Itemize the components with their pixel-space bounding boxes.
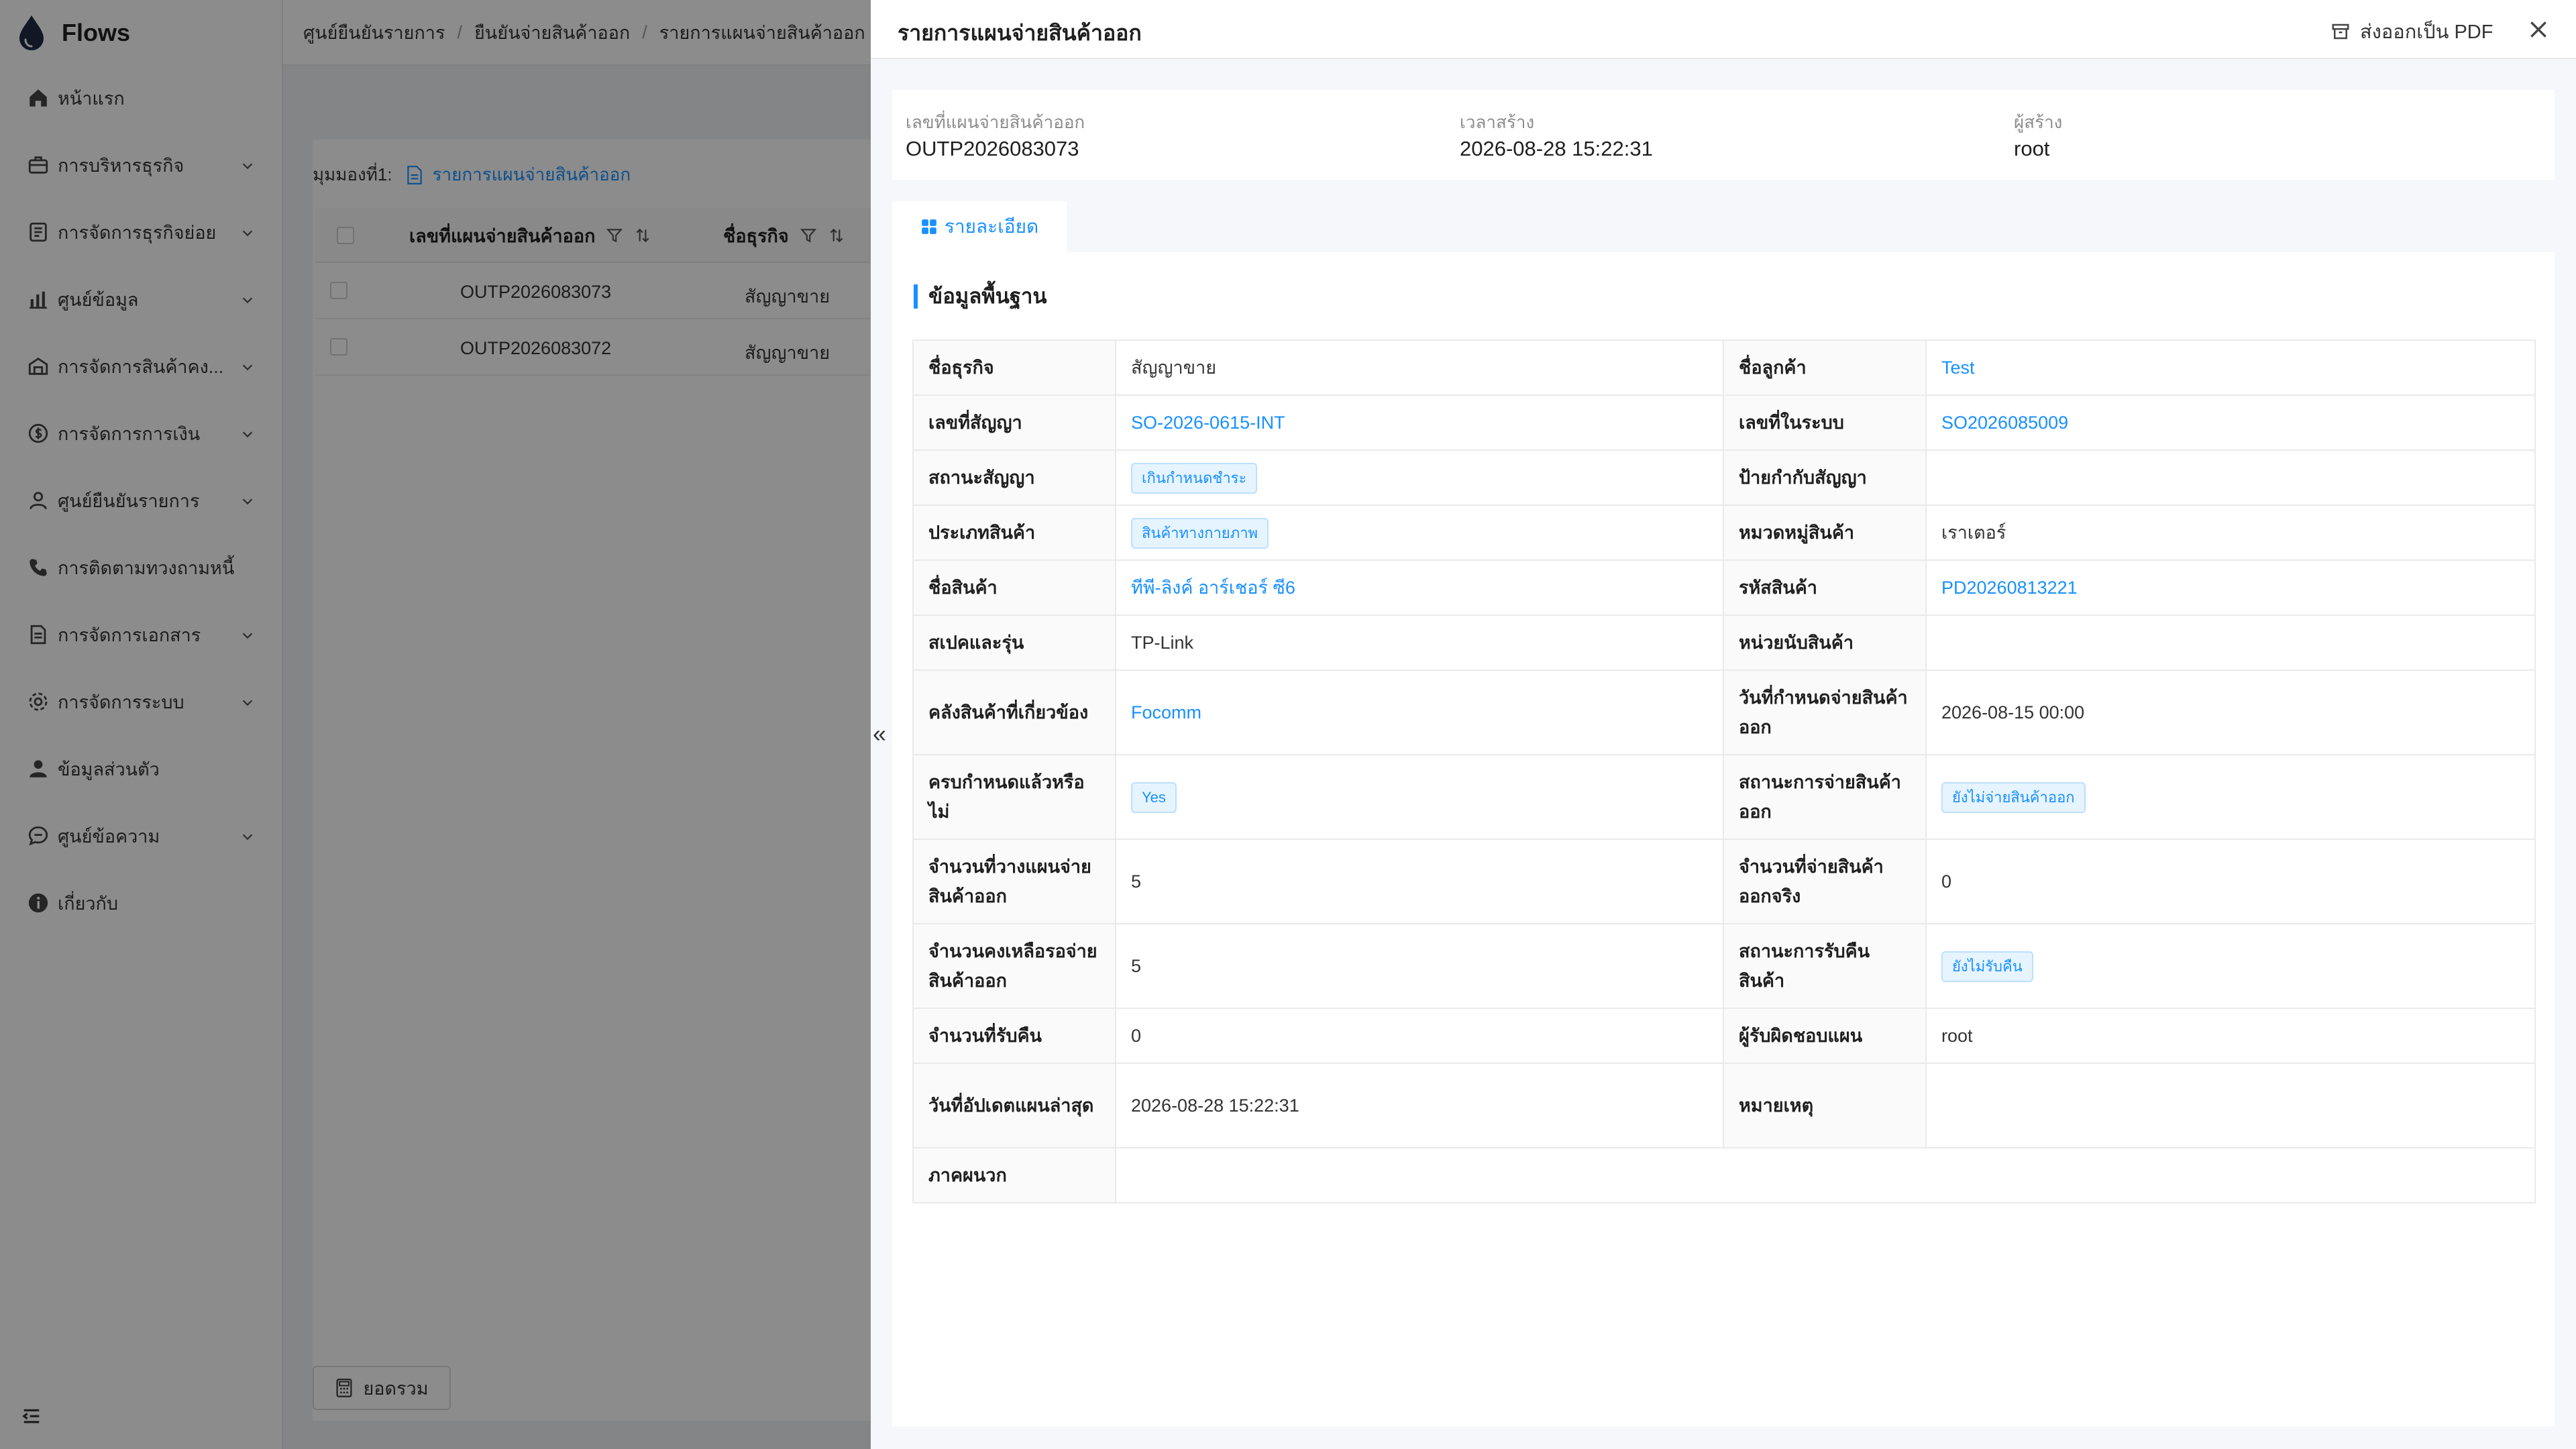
detail-row: สเปคและรุ่น TP-Link หน่วยนับสินค้า <box>912 614 2536 671</box>
detail-row: วันที่อัปเดตแผนล่าสุด 2026-08-28 15:22:3… <box>912 1063 2536 1148</box>
field-remaining-qty: 5 <box>1115 923 1724 1009</box>
field-label: จำนวนที่จ่ายสินค้าออกจริง <box>1723 839 1927 924</box>
detail-row: เลขที่สัญญา SO-2026-0615-INT เลขที่ในระบ… <box>912 394 2536 451</box>
summary-card: เลขที่แผนจ่ายสินค้าออก OUTP2026083073 เว… <box>892 90 2555 180</box>
outbound-status-badge: ยังไม่จ่ายสินค้าออก <box>1941 782 2086 813</box>
detail-row: ครบกำหนดแล้วหรือไม่ Yes สถานะการจ่ายสินค… <box>912 754 2536 840</box>
field-product-code-link[interactable]: PD20260813221 <box>1925 559 2536 616</box>
field-warehouse-link[interactable]: Focomm <box>1115 669 1724 755</box>
return-status-badge: ยังไม่รับคืน <box>1941 951 2033 982</box>
detail-row: จำนวนที่วางแผนจ่ายสินค้าออก 5 จำนวนที่จ่… <box>912 839 2536 924</box>
detail-drawer: รายการแผนจ่ายสินค้าออก ส่งออกเป็น PDF « … <box>871 0 2576 1449</box>
field-label: สเปคและรุ่น <box>912 614 1116 671</box>
detail-row: ประเภทสินค้า สินค้าทางกายภาพ หมวดหมู่สิน… <box>912 504 2536 561</box>
detail-row: ชื่อสินค้า ทีพี-ลิงค์ อาร์เชอร์ ซี6 รหัส… <box>912 559 2536 616</box>
field-product-unit <box>1925 614 2536 671</box>
field-product-category: เราเตอร์ <box>1925 504 2536 561</box>
drawer-title: รายการแผนจ่ายสินค้าออก <box>898 21 1142 45</box>
field-contract-tag <box>1925 449 2536 506</box>
field-label: ชื่อสินค้า <box>912 559 1116 616</box>
field-planned-qty: 5 <box>1115 839 1724 924</box>
field-remarks <box>1925 1063 2536 1148</box>
detail-row: จำนวนที่รับคืน 0 ผู้รับผิดชอบแผน root <box>912 1008 2536 1064</box>
field-contract-status: เกินกำหนดชำระ <box>1115 449 1724 506</box>
field-label: สถานะสัญญา <box>912 449 1116 506</box>
export-pdf-label: ส่งออกเป็น PDF <box>2360 21 2493 43</box>
field-is-due: Yes <box>1115 754 1724 840</box>
tab-details[interactable]: รายละเอียด <box>892 201 1067 252</box>
drawer-header: รายการแผนจ่ายสินค้าออก ส่งออกเป็น PDF <box>871 0 2576 59</box>
detail-row: ชื่อธุรกิจ สัญญาขาย ชื่อลูกค้า Test <box>912 339 2536 396</box>
field-scheduled-date: 2026-08-15 00:00 <box>1925 669 2536 755</box>
field-last-updated: 2026-08-28 15:22:31 <box>1115 1063 1724 1148</box>
field-label: หมวดหมู่สินค้า <box>1723 504 1927 561</box>
field-label: สถานะการจ่ายสินค้าออก <box>1723 754 1927 840</box>
field-customer-link[interactable]: Test <box>1925 339 2536 396</box>
summary-label: เวลาสร้าง <box>1460 112 1535 132</box>
section-title: ข้อมูลพื้นฐาน <box>914 284 1047 309</box>
field-spec-model: TP-Link <box>1115 614 1724 671</box>
field-product-name-link[interactable]: ทีพี-ลิงค์ อาร์เชอร์ ซี6 <box>1115 559 1724 616</box>
field-label: ผู้รับผิดชอบแผน <box>1723 1008 1927 1064</box>
field-product-type: สินค้าทางกายภาพ <box>1115 504 1724 561</box>
detail-row: คลังสินค้าที่เกี่ยวข้อง Focomm วันที่กำห… <box>912 669 2536 755</box>
field-outbound-status: ยังไม่จ่ายสินค้าออก <box>1925 754 2536 840</box>
field-plan-owner: root <box>1925 1008 2536 1064</box>
field-label: สถานะการรับคืนสินค้า <box>1723 923 1927 1009</box>
field-contract-no-link[interactable]: SO-2026-0615-INT <box>1115 394 1724 451</box>
field-label: วันที่กำหนดจ่ายสินค้าออก <box>1723 669 1927 755</box>
field-label: จำนวนที่รับคืน <box>912 1008 1116 1064</box>
summary-creator: root <box>2014 137 2050 160</box>
field-label: ครบกำหนดแล้วหรือไม่ <box>912 754 1116 840</box>
field-business-name: สัญญาขาย <box>1115 339 1724 396</box>
basic-info-table: ชื่อธุรกิจ สัญญาขาย ชื่อลูกค้า Test เลขท… <box>912 339 2536 1203</box>
summary-plan-no: OUTP2026083073 <box>906 137 1079 160</box>
field-label: เลขที่ในระบบ <box>1723 394 1927 451</box>
detail-row: จำนวนคงเหลือรอจ่ายสินค้าออก 5 สถานะการรั… <box>912 923 2536 1009</box>
field-label: หน่วยนับสินค้า <box>1723 614 1927 671</box>
summary-label: ผู้สร้าง <box>2014 112 2063 132</box>
product-type-badge: สินค้าทางกายภาพ <box>1131 517 1269 549</box>
detail-row: ภาคผนวก <box>912 1147 2536 1203</box>
field-returned-qty: 0 <box>1115 1008 1724 1064</box>
drawer-collapse-toggle[interactable]: « <box>871 720 888 747</box>
field-label: เลขที่สัญญา <box>912 394 1116 451</box>
tab-label: รายละเอียด <box>944 216 1039 237</box>
field-label: คลังสินค้าที่เกี่ยวข้อง <box>912 669 1116 755</box>
field-label: วันที่อัปเดตแผนล่าสุด <box>912 1063 1116 1148</box>
grid-icon <box>921 219 936 234</box>
field-label: จำนวนที่วางแผนจ่ายสินค้าออก <box>912 839 1116 924</box>
close-icon[interactable] <box>2528 19 2549 40</box>
field-label: ภาคผนวก <box>912 1147 1116 1203</box>
summary-created-time: 2026-08-28 15:22:31 <box>1460 137 1653 160</box>
field-label: ชื่อลูกค้า <box>1723 339 1927 396</box>
field-label: ป้ายกำกับสัญญา <box>1723 449 1927 506</box>
archive-icon <box>2332 23 2349 40</box>
field-attachments <box>1115 1147 2536 1203</box>
field-label: รหัสสินค้า <box>1723 559 1927 616</box>
detail-row: สถานะสัญญา เกินกำหนดชำระ ป้ายกำกับสัญญา <box>912 449 2536 506</box>
field-label: ชื่อธุรกิจ <box>912 339 1116 396</box>
field-return-status: ยังไม่รับคืน <box>1925 923 2536 1009</box>
status-badge: เกินกำหนดชำระ <box>1131 462 1258 494</box>
export-pdf-button[interactable]: ส่งออกเป็น PDF <box>2330 16 2493 47</box>
field-label: จำนวนคงเหลือรอจ่ายสินค้าออก <box>912 923 1116 1009</box>
field-system-no-link[interactable]: SO2026085009 <box>1925 394 2536 451</box>
field-actual-qty: 0 <box>1925 839 2536 924</box>
field-label: หมายเหตุ <box>1723 1063 1927 1148</box>
detail-card: ข้อมูลพื้นฐาน ชื่อธุรกิจ สัญญาขาย ชื่อลู… <box>892 252 2555 1426</box>
summary-label: เลขที่แผนจ่ายสินค้าออก <box>906 112 1085 132</box>
field-label: ประเภทสินค้า <box>912 504 1116 561</box>
due-badge: Yes <box>1131 782 1177 813</box>
